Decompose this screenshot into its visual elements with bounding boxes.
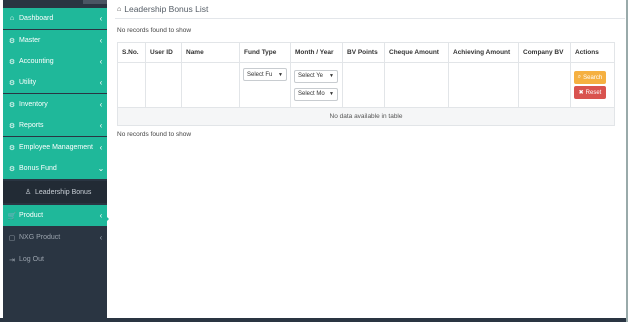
chevron-left-icon: ‹: [99, 233, 103, 242]
gear-icon: ⚙: [8, 79, 16, 87]
year-select[interactable]: Select Ye ▼: [294, 69, 338, 83]
search-button[interactable]: ⌕ Search: [574, 71, 606, 84]
sidebar-item-dashboard[interactable]: ⌂ Dashboard ‹: [3, 8, 107, 29]
search-icon: ⌕: [577, 74, 582, 80]
divider: [115, 18, 625, 19]
chevron-left-icon: ‹: [99, 36, 103, 45]
sidebar-item-logout[interactable]: ⇥ Log Out: [3, 249, 107, 270]
gear-icon: ⚙: [8, 37, 16, 45]
sidebar-item-product[interactable]: 🛒 Product ‹: [3, 205, 107, 226]
sidebar-item-employee-management[interactable]: ⚙ Employee Management ‹: [3, 137, 107, 158]
sidebar-item-accounting[interactable]: ⚙ Accounting ‹: [3, 51, 107, 72]
chevron-left-icon: ‹: [99, 100, 103, 109]
sidebar-item-utility[interactable]: ⚙ Utility ‹: [3, 72, 107, 93]
close-icon: ✖: [578, 90, 584, 96]
col-sno: S.No.: [117, 42, 146, 63]
col-name: Name: [181, 42, 240, 63]
caret-down-icon: ▼: [329, 73, 334, 79]
chevron-left-icon: ‹: [99, 143, 103, 152]
sidebar-toggle[interactable]: [83, 0, 107, 4]
gear-icon: ⚙: [8, 101, 16, 109]
cart-icon: 🛒: [7, 212, 17, 220]
col-companybv: Company BV: [518, 42, 571, 63]
col-fundtype: Fund Type: [239, 42, 291, 63]
records-info-top: No records found to show: [117, 27, 192, 34]
table-header-row: S.No. User ID Name Fund Type Month / Yea…: [117, 42, 615, 63]
main-content: ⌂ Leadership Bonus List No records found…: [107, 0, 628, 318]
sidebar: ⌂ Dashboard ‹ ⚙ Master ‹ ⚙ Accounting ‹ …: [3, 0, 107, 318]
filter-row: Select Fu ▼ Select Ye ▼ Select Mo ▼ ⌕ Se…: [117, 62, 615, 108]
sidebar-item-master[interactable]: ⚙ Master ‹: [3, 30, 107, 51]
gear-icon: ⚙: [8, 122, 16, 130]
chevron-left-icon: ‹: [99, 57, 103, 66]
logout-icon: ⇥: [9, 256, 15, 264]
fund-type-select[interactable]: Select Fu ▼: [243, 68, 287, 81]
user-icon: ♙: [24, 189, 32, 196]
empty-row: No data available in table: [117, 107, 615, 126]
app-window: ⌂ Dashboard ‹ ⚙ Master ‹ ⚙ Accounting ‹ …: [0, 0, 628, 322]
chevron-left-icon: ‹: [99, 121, 103, 130]
reset-button[interactable]: ✖ Reset: [574, 86, 606, 99]
col-cheque: Cheque Amount: [384, 42, 449, 63]
col-userid: User ID: [145, 42, 182, 63]
page-title: ⌂ Leadership Bonus List: [117, 4, 209, 14]
house-icon: ⌂: [117, 5, 122, 13]
sidebar-item-reports[interactable]: ⚙ Reports ‹: [3, 115, 107, 136]
leadership-bonus-table: S.No. User ID Name Fund Type Month / Yea…: [117, 42, 615, 126]
caret-down-icon: ▼: [278, 71, 283, 78]
col-achieving: Achieving Amount: [448, 42, 519, 63]
caret-down-icon: ▼: [329, 91, 334, 97]
chevron-down-icon: ⌄: [97, 164, 105, 173]
box-icon: ▢: [8, 234, 16, 242]
sidebar-subitem-leadership-bonus[interactable]: ♙ Leadership Bonus: [3, 181, 107, 203]
month-select[interactable]: Select Mo ▼: [294, 87, 338, 101]
home-icon: ⌂: [9, 15, 15, 22]
sidebar-item-inventory[interactable]: ⚙ Inventory ‹: [3, 94, 107, 115]
gear-icon: ⚙: [8, 165, 16, 173]
col-bvpoints: BV Points: [342, 42, 385, 63]
sidebar-item-bonus-fund[interactable]: ⚙ Bonus Fund ⌄: [3, 158, 107, 179]
chevron-left-icon: ‹: [99, 78, 103, 87]
bottom-bar: [0, 318, 628, 322]
col-monthyear: Month / Year: [290, 42, 343, 63]
gear-icon: ⚙: [8, 144, 16, 152]
col-actions: Actions: [570, 42, 615, 63]
gear-icon: ⚙: [8, 58, 16, 66]
sidebar-item-nxg-product[interactable]: ▢ NXG Product ‹: [3, 227, 107, 248]
empty-message: No data available in table: [117, 107, 615, 126]
records-info-bottom: No records found to show: [117, 131, 192, 138]
chevron-left-icon: ‹: [99, 14, 103, 23]
